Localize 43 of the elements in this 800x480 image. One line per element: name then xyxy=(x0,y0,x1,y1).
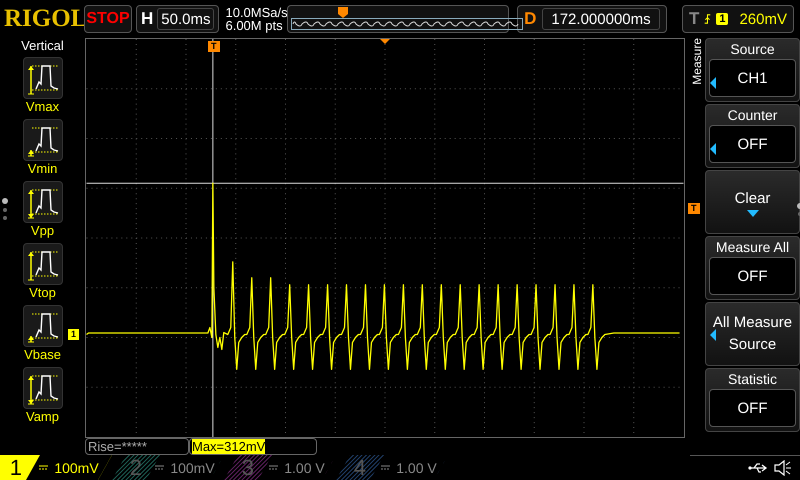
measure-button[interactable] xyxy=(22,57,62,99)
dc-coupling-icon xyxy=(39,465,48,470)
trigger-position-icon xyxy=(338,7,348,18)
trigger-position-marker[interactable]: T xyxy=(208,41,220,52)
measurement-readout: Max=312mV xyxy=(189,438,317,455)
measure-button[interactable] xyxy=(22,243,62,285)
menu-title: Measure xyxy=(690,38,704,85)
trigger-level: 260mV xyxy=(739,10,787,28)
memory-depth: 6.00M pts xyxy=(225,19,284,32)
measure-label: Vbase xyxy=(24,347,61,363)
measure-label: Vtop xyxy=(29,285,56,301)
menu-softkey[interactable]: Statistic OFF xyxy=(705,368,800,432)
speaker-icon xyxy=(774,460,792,476)
measure-button[interactable] xyxy=(22,119,62,161)
measure-label: Vmax xyxy=(26,99,60,115)
trigger-channel: 1 xyxy=(716,13,728,25)
menu-softkey[interactable]: Clear xyxy=(705,170,800,234)
trigger-box[interactable]: T 1 260mV xyxy=(682,5,794,33)
timebase-box[interactable]: H 50.0ms xyxy=(136,5,220,33)
measure-button[interactable] xyxy=(22,181,62,223)
delay-box[interactable]: D 172.000000ms xyxy=(517,5,667,33)
measurement-readout: Rise=***** xyxy=(85,438,189,455)
run-stop-button[interactable]: STOP xyxy=(84,5,132,33)
measure-label: Vamp xyxy=(26,409,59,425)
rising-edge-icon xyxy=(704,12,712,26)
measure-button[interactable] xyxy=(22,305,62,347)
center-marker-icon xyxy=(380,39,390,44)
trigger-level-marker[interactable]: T xyxy=(688,203,700,214)
menu-softkey[interactable]: Source CH1 xyxy=(705,38,800,102)
menu-softkey[interactable]: All Measure Source xyxy=(705,302,800,366)
caret-icon xyxy=(746,210,758,216)
menu-softkey[interactable]: Measure All OFF xyxy=(705,236,800,300)
channel-tab[interactable]: 1 100mV xyxy=(0,455,112,480)
menu-softkey[interactable]: Counter OFF xyxy=(705,104,800,168)
dc-coupling-icon xyxy=(381,465,390,470)
measure-label: Vmin xyxy=(28,161,58,177)
dc-coupling-icon xyxy=(155,465,164,470)
usb-icon xyxy=(748,462,768,474)
channel-marker[interactable]: 1 xyxy=(68,329,80,340)
measure-button[interactable] xyxy=(22,367,62,409)
dc-coupling-icon xyxy=(269,465,278,470)
panel-title: Vertical xyxy=(21,38,64,53)
measure-label: Vpp xyxy=(30,223,54,239)
